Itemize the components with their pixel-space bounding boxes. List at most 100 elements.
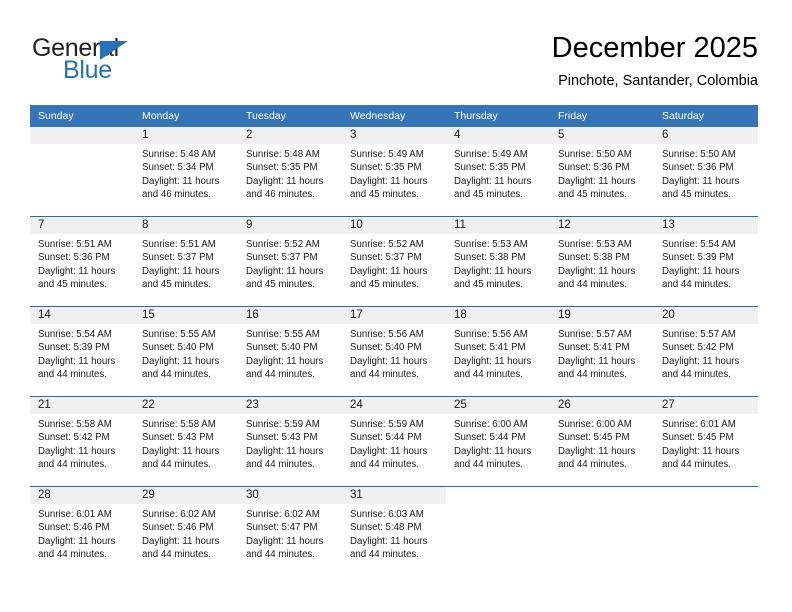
sunrise-text: Sunrise: 5:59 AM xyxy=(350,419,424,430)
daylight-text-line1: Daylight: 11 hours xyxy=(454,355,532,367)
day-cell[interactable]: 19 Sunrise: 5:57 AM Sunset: 5:41 PM Dayligh… xyxy=(550,306,654,397)
daylight-text-line1: Daylight: 11 hours xyxy=(662,445,740,457)
daylight-text-line1: Daylight: 11 hours xyxy=(558,445,636,457)
day-cell[interactable]: 9 Sunrise: 5:52 AM Sunset: 5:37 PM Daylight… xyxy=(238,216,342,307)
weekday-header-sunday: Sunday xyxy=(30,105,134,127)
sunset-text: Sunset: 5:35 PM xyxy=(350,162,422,174)
day-cell[interactable]: 30 Sunrise: 6:02 AM Sunset: 5:47 PM Dayligh… xyxy=(238,486,342,576)
daylight-text-line1: Daylight: 11 hours xyxy=(662,175,740,187)
daylight-text-line1: Daylight: 11 hours xyxy=(454,445,532,457)
day-cell-inner: 8 Sunrise: 5:51 AM Sunset: 5:37 PM Daylight… xyxy=(134,217,238,306)
day-cell-inner: 24 Sunrise: 5:59 AM Sunset: 5:44 PM Dayligh… xyxy=(342,397,446,486)
day-number-band xyxy=(550,487,654,504)
sunset-text: Sunset: 5:35 PM xyxy=(454,162,526,174)
day-number-band xyxy=(446,487,550,504)
sunrise-text: Sunrise: 5:57 AM xyxy=(558,329,632,340)
day-cell-inner: 12 Sunrise: 5:53 AM Sunset: 5:38 PM Dayligh… xyxy=(550,217,654,306)
day-details: Sunrise: 5:48 AM Sunset: 5:34 PM Daylight:… xyxy=(134,144,238,202)
day-cell[interactable]: 16 Sunrise: 5:55 AM Sunset: 5:40 PM Dayligh… xyxy=(238,306,342,397)
sunset-text: Sunset: 5:42 PM xyxy=(38,432,110,444)
daylight-text-line2: and 44 minutes. xyxy=(454,459,523,471)
location-subtitle: Pinchote, Santander, Colombia xyxy=(558,73,758,89)
day-cell-inner: 15 Sunrise: 5:55 AM Sunset: 5:40 PM Dayligh… xyxy=(134,307,238,396)
day-number: 29 xyxy=(134,487,238,504)
day-number: 24 xyxy=(342,397,446,414)
day-cell[interactable]: 12 Sunrise: 5:53 AM Sunset: 5:38 PM Dayligh… xyxy=(550,216,654,307)
day-cell[interactable]: 2 Sunrise: 5:48 AM Sunset: 5:35 PM Daylight… xyxy=(238,127,342,217)
day-cell-inner: 7 Sunrise: 5:51 AM Sunset: 5:36 PM Daylight… xyxy=(30,217,134,306)
day-cell[interactable]: 13 Sunrise: 5:54 AM Sunset: 5:39 PM Dayligh… xyxy=(654,216,758,307)
sunset-text: Sunset: 5:43 PM xyxy=(142,432,214,444)
day-cell[interactable]: 21 Sunrise: 5:58 AM Sunset: 5:42 PM Dayligh… xyxy=(30,396,134,487)
sunrise-text: Sunrise: 6:03 AM xyxy=(350,509,424,520)
day-cell-inner: 29 Sunrise: 6:02 AM Sunset: 5:46 PM Dayligh… xyxy=(134,487,238,576)
day-cell[interactable]: 3 Sunrise: 5:49 AM Sunset: 5:35 PM Daylight… xyxy=(342,127,446,217)
day-cell[interactable]: 1 Sunrise: 5:48 AM Sunset: 5:34 PM Daylight… xyxy=(134,127,238,217)
day-cell[interactable]: 24 Sunrise: 5:59 AM Sunset: 5:44 PM Dayligh… xyxy=(342,396,446,487)
day-cell[interactable]: 7 Sunrise: 5:51 AM Sunset: 5:36 PM Daylight… xyxy=(30,216,134,307)
day-cell[interactable]: 25 Sunrise: 6:00 AM Sunset: 5:44 PM Dayligh… xyxy=(446,396,550,487)
sunrise-text: Sunrise: 5:59 AM xyxy=(246,419,320,430)
day-cell[interactable]: 27 Sunrise: 6:01 AM Sunset: 5:45 PM Dayligh… xyxy=(654,396,758,487)
day-cell-inner: 1 Sunrise: 5:48 AM Sunset: 5:34 PM Daylight… xyxy=(134,127,238,216)
day-cell-inner-blank xyxy=(30,127,134,216)
daylight-text-line1: Daylight: 11 hours xyxy=(246,355,324,367)
day-details: Sunrise: 5:56 AM Sunset: 5:41 PM Daylight:… xyxy=(446,324,550,382)
day-cell[interactable]: 8 Sunrise: 5:51 AM Sunset: 5:37 PM Daylight… xyxy=(134,216,238,307)
calendar-week-row: 7 Sunrise: 5:51 AM Sunset: 5:36 PM Daylight… xyxy=(30,216,758,307)
weekday-header-wednesday: Wednesday xyxy=(342,105,446,127)
sunset-text: Sunset: 5:46 PM xyxy=(142,522,214,534)
day-cell-inner: 10 Sunrise: 5:52 AM Sunset: 5:37 PM Dayligh… xyxy=(342,217,446,306)
sunrise-text: Sunrise: 5:55 AM xyxy=(142,329,216,340)
day-number: 17 xyxy=(342,307,446,324)
day-cell[interactable]: 14 Sunrise: 5:54 AM Sunset: 5:39 PM Dayligh… xyxy=(30,306,134,397)
daylight-text-line1: Daylight: 11 hours xyxy=(662,355,740,367)
daylight-text-line1: Daylight: 11 hours xyxy=(350,355,428,367)
day-cell[interactable]: 22 Sunrise: 5:58 AM Sunset: 5:43 PM Dayligh… xyxy=(134,396,238,487)
weekday-header-monday: Monday xyxy=(134,105,238,127)
sunrise-text: Sunrise: 5:49 AM xyxy=(350,149,424,160)
day-number: 14 xyxy=(30,307,134,324)
sunset-text: Sunset: 5:36 PM xyxy=(662,162,734,174)
day-cell[interactable]: 10 Sunrise: 5:52 AM Sunset: 5:37 PM Dayligh… xyxy=(342,216,446,307)
day-cell-inner: 2 Sunrise: 5:48 AM Sunset: 5:35 PM Daylight… xyxy=(238,127,342,216)
day-cell-inner: 26 Sunrise: 6:00 AM Sunset: 5:45 PM Dayligh… xyxy=(550,397,654,486)
day-cell[interactable]: 11 Sunrise: 5:53 AM Sunset: 5:38 PM Dayligh… xyxy=(446,216,550,307)
daylight-text-line2: and 45 minutes. xyxy=(350,279,419,291)
sunset-text: Sunset: 5:39 PM xyxy=(38,342,110,354)
daylight-text-line1: Daylight: 11 hours xyxy=(454,175,532,187)
daylight-text-line1: Daylight: 11 hours xyxy=(558,355,636,367)
day-cell-inner: 20 Sunrise: 5:57 AM Sunset: 5:42 PM Dayligh… xyxy=(654,307,758,396)
weekday-header-friday: Friday xyxy=(550,105,654,127)
day-number: 27 xyxy=(654,397,758,414)
daylight-text-line1: Daylight: 11 hours xyxy=(558,265,636,277)
sunset-text: Sunset: 5:47 PM xyxy=(246,522,318,534)
day-details: Sunrise: 5:51 AM Sunset: 5:36 PM Daylight:… xyxy=(30,234,134,292)
day-cell[interactable]: 28 Sunrise: 6:01 AM Sunset: 5:46 PM Dayligh… xyxy=(30,486,134,576)
day-cell[interactable]: 31 Sunrise: 6:03 AM Sunset: 5:48 PM Dayligh… xyxy=(342,486,446,576)
daylight-text-line2: and 44 minutes. xyxy=(662,459,731,471)
day-cell[interactable]: 20 Sunrise: 5:57 AM Sunset: 5:42 PM Dayligh… xyxy=(654,306,758,397)
daylight-text-line2: and 44 minutes. xyxy=(558,369,627,381)
daylight-text-line2: and 44 minutes. xyxy=(350,459,419,471)
sunrise-text: Sunrise: 5:52 AM xyxy=(246,239,320,250)
day-cell[interactable]: 15 Sunrise: 5:55 AM Sunset: 5:40 PM Dayligh… xyxy=(134,306,238,397)
day-cell[interactable]: 17 Sunrise: 5:56 AM Sunset: 5:40 PM Dayligh… xyxy=(342,306,446,397)
sunrise-text: Sunrise: 6:02 AM xyxy=(246,509,320,520)
daylight-text-line2: and 45 minutes. xyxy=(454,189,523,201)
day-number: 21 xyxy=(30,397,134,414)
sunrise-text: Sunrise: 6:01 AM xyxy=(662,419,736,430)
day-cell[interactable]: 29 Sunrise: 6:02 AM Sunset: 5:46 PM Dayligh… xyxy=(134,486,238,576)
day-cell-inner: 5 Sunrise: 5:50 AM Sunset: 5:36 PM Daylight… xyxy=(550,127,654,216)
day-cell[interactable]: 26 Sunrise: 6:00 AM Sunset: 5:45 PM Dayligh… xyxy=(550,396,654,487)
day-cell[interactable]: 4 Sunrise: 5:49 AM Sunset: 5:35 PM Daylight… xyxy=(446,127,550,217)
daylight-text-line1: Daylight: 11 hours xyxy=(38,535,116,547)
day-cell[interactable]: 23 Sunrise: 5:59 AM Sunset: 5:43 PM Dayligh… xyxy=(238,396,342,487)
sunset-text: Sunset: 5:41 PM xyxy=(454,342,526,354)
day-cell[interactable]: 6 Sunrise: 5:50 AM Sunset: 5:36 PM Daylight… xyxy=(654,127,758,217)
sunset-text: Sunset: 5:37 PM xyxy=(142,252,214,264)
day-cell[interactable]: 5 Sunrise: 5:50 AM Sunset: 5:36 PM Daylight… xyxy=(550,127,654,217)
daylight-text-line1: Daylight: 11 hours xyxy=(662,265,740,277)
day-details: Sunrise: 6:02 AM Sunset: 5:46 PM Daylight:… xyxy=(134,504,238,562)
day-cell[interactable]: 18 Sunrise: 5:56 AM Sunset: 5:41 PM Dayligh… xyxy=(446,306,550,397)
